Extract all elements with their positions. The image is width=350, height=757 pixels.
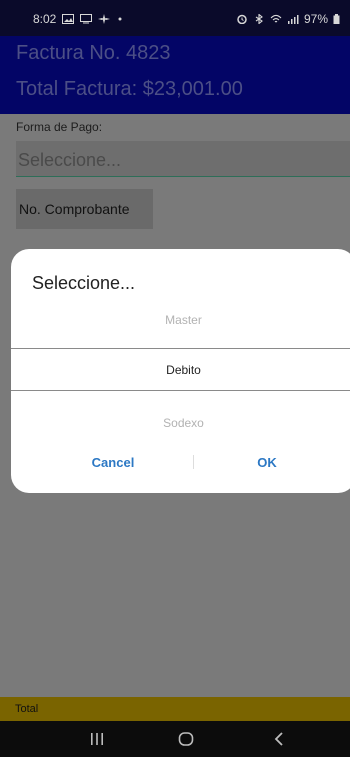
cast-icon (80, 14, 93, 24)
picker-placeholder: Seleccione... (18, 150, 122, 170)
fan-icon (98, 14, 111, 24)
invoice-total: Total Factura: $23,001.00 (16, 78, 243, 100)
bluetooth-icon (253, 14, 265, 24)
voucher-number-button[interactable]: No. Comprobante (16, 189, 153, 229)
payment-select-dialog: Seleccione... Master Debito Sodexo Cance… (11, 249, 350, 493)
recent-apps-icon[interactable] (77, 721, 117, 757)
system-nav-bar (0, 721, 350, 757)
dialog-actions: Cancel OK (11, 447, 350, 477)
selection-divider-top (11, 348, 350, 349)
voucher-number-label: No. Comprobante (19, 201, 130, 217)
option-sodexo[interactable]: Sodexo (11, 416, 350, 430)
dialog-title: Seleccione... (32, 273, 136, 293)
cancel-button[interactable]: Cancel (53, 447, 173, 477)
battery-icon (333, 14, 340, 24)
payment-method-label: Forma de Pago: (16, 120, 103, 134)
action-separator (193, 455, 194, 469)
ok-button[interactable]: OK (207, 447, 327, 477)
status-right-group: 97% (236, 12, 340, 26)
status-time: 8:02 (33, 12, 57, 26)
status-bar: 8:02 97% (0, 0, 350, 36)
wifi-icon (270, 14, 282, 24)
dot-icon (116, 14, 128, 24)
signal-icon (287, 14, 299, 24)
image-icon (62, 14, 75, 24)
total-bar: Total (0, 697, 350, 721)
battery-percent: 97% (303, 12, 328, 26)
selection-divider-bottom (11, 390, 350, 391)
back-icon[interactable] (259, 721, 299, 757)
invoice-header: Factura No. 4823 Total Factura: $23,001.… (0, 36, 350, 114)
payment-method-picker[interactable]: Seleccione... (16, 141, 350, 177)
total-label: Total (15, 703, 39, 715)
alarm-icon (236, 14, 248, 24)
invoice-number: Factura No. 4823 (16, 42, 171, 64)
home-icon[interactable] (166, 721, 206, 757)
option-master[interactable]: Master (11, 313, 350, 327)
status-left-group: 8:02 (33, 12, 128, 26)
option-debito[interactable]: Debito (11, 363, 350, 377)
